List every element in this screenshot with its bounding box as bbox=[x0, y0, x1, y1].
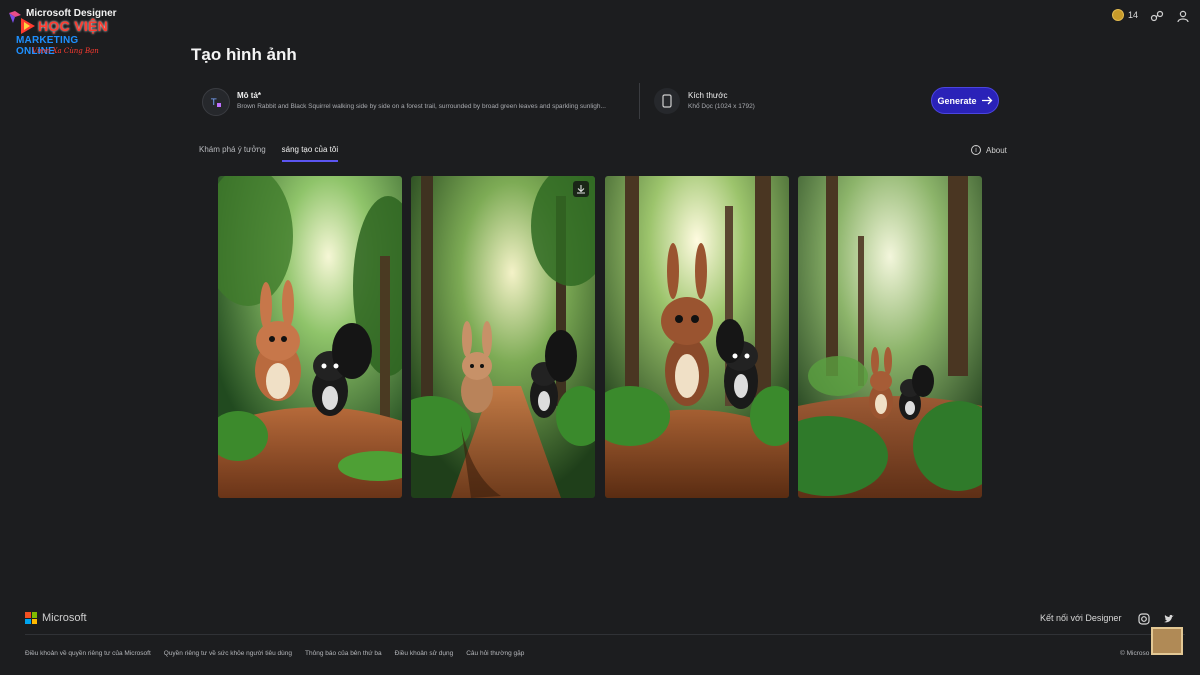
tab-explore-ideas[interactable]: Khám phá ý tưởng bbox=[199, 145, 266, 162]
credits-value: 14 bbox=[1128, 10, 1139, 20]
image-gallery bbox=[218, 176, 982, 498]
size-label[interactable]: Kích thước bbox=[688, 91, 728, 100]
microsoft-logo-text: Microsoft bbox=[42, 612, 87, 624]
credits-counter[interactable]: 14 bbox=[1112, 9, 1138, 21]
download-icon[interactable] bbox=[573, 181, 589, 197]
coin-icon bbox=[1112, 9, 1124, 21]
tab-my-creations[interactable]: sáng tạo của tôi bbox=[281, 145, 339, 162]
gallery-tabs: Khám phá ý tưởng sáng tạo của tôi bbox=[199, 145, 339, 162]
instagram-icon[interactable] bbox=[1138, 612, 1150, 625]
about-link[interactable]: i About bbox=[971, 145, 1007, 155]
footer-link-third-party[interactable]: Thông báo của bên thứ ba bbox=[305, 650, 382, 657]
generated-image-4[interactable] bbox=[798, 176, 982, 498]
microsoft-logo[interactable]: Microsoft bbox=[25, 612, 87, 624]
watermark-line1: HỌC VIỆN bbox=[38, 18, 109, 34]
arrow-right-icon bbox=[981, 96, 992, 105]
footer-links: Điều khoản về quyền riêng tư của Microso… bbox=[25, 650, 524, 657]
copyright-text: © Microso bbox=[1120, 650, 1150, 657]
footer-link-faq[interactable]: Câu hỏi thường gặp bbox=[466, 650, 524, 657]
footer-divider bbox=[25, 634, 1185, 635]
twitter-icon[interactable] bbox=[1163, 612, 1175, 624]
info-icon: i bbox=[971, 145, 981, 155]
prompt-divider bbox=[639, 83, 640, 119]
footer-link-health-privacy[interactable]: Quyền riêng tư về sức khỏe người tiêu dù… bbox=[164, 650, 292, 657]
description-label: Mô tả* bbox=[237, 91, 261, 100]
about-label: About bbox=[986, 145, 1007, 155]
microsoft-grid-icon bbox=[25, 612, 37, 624]
profile-icon[interactable] bbox=[1176, 9, 1190, 23]
top-bar: Microsoft Designer HỌC VIỆN MARKETING ON… bbox=[0, 0, 1200, 57]
footer-link-privacy[interactable]: Điều khoản về quyền riêng tư của Microso… bbox=[25, 650, 151, 657]
share-icon[interactable] bbox=[1150, 9, 1164, 23]
portrait-size-icon bbox=[654, 88, 680, 114]
generated-image-1[interactable] bbox=[218, 176, 402, 498]
connect-with-designer: Kết nối với Designer bbox=[1040, 613, 1122, 623]
description-input[interactable]: Brown Rabbit and Black Squirrel walking … bbox=[237, 103, 627, 110]
generated-image-3[interactable] bbox=[605, 176, 789, 498]
page-title: Tạo hình ảnh bbox=[191, 45, 297, 64]
overlay-thumbnail bbox=[1151, 627, 1183, 655]
svg-text:T: T bbox=[210, 98, 217, 108]
description-icon: T bbox=[202, 88, 230, 116]
prompt-bar: T Mô tả* Brown Rabbit and Black Squirrel… bbox=[196, 81, 1009, 121]
watermark-line3: Vươn Xa Cùng Bạn bbox=[32, 47, 99, 55]
generate-label: Generate bbox=[937, 95, 977, 106]
footer-link-terms[interactable]: Điều khoản sử dụng bbox=[395, 650, 454, 657]
generate-button[interactable]: Generate bbox=[931, 87, 999, 114]
size-value[interactable]: Khổ Dọc (1024 x 1792) bbox=[688, 103, 755, 110]
generated-image-2[interactable] bbox=[411, 176, 595, 498]
watermark-logo: HỌC VIỆN MARKETING ONLINE Vươn Xa Cùng B… bbox=[14, 18, 118, 58]
